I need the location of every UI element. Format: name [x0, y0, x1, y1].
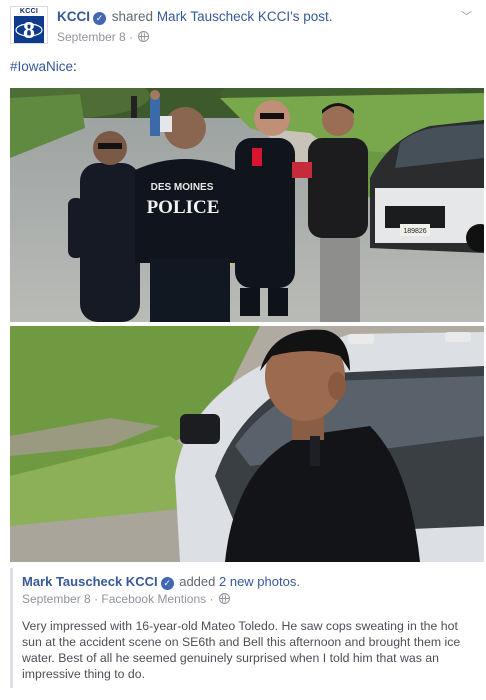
post-link[interactable]: 's post.	[290, 9, 332, 24]
page-avatar-text: KCCI	[19, 8, 39, 15]
source-link[interactable]: Facebook Mentions	[101, 592, 206, 606]
author-name-part2: KCCI	[257, 9, 291, 24]
original-post-meta: September 8 · Facebook Mentions ·	[22, 592, 230, 606]
meta-separator: ·	[129, 30, 134, 44]
post-header: KCCI 8 KCCI ✓ shared Mark Tauscheck KCCI'…	[10, 6, 476, 50]
globe-icon[interactable]	[218, 593, 230, 604]
license-plate-text: 189826	[403, 228, 426, 235]
author-name-part1: Mark Tauscheck	[156, 9, 255, 24]
meta-separator-2: ·	[209, 592, 214, 606]
shared-post-card: KCCI 8 KCCI ✓ shared Mark Tauscheck KCCI'…	[0, 0, 486, 700]
meta-separator: ·	[94, 592, 99, 606]
uniform-text-top: DES MOINES	[151, 182, 214, 193]
new-photos-link[interactable]: 2 new photos	[219, 574, 296, 589]
photo-1-image: 189826 DES MOINES POLICE	[10, 88, 484, 322]
uniform-text-bottom: POLICE	[147, 197, 220, 218]
chevron-down-icon[interactable]: ﹀	[461, 8, 472, 24]
verified-badge-icon: ✓	[93, 12, 106, 25]
page-name-link[interactable]: KCCI	[57, 9, 90, 24]
shared-text: shared	[111, 9, 154, 24]
original-post-header: Mark Tauscheck KCCI ✓ added 2 new photos.	[22, 574, 300, 590]
post-header-line: KCCI ✓ shared Mark Tauscheck KCCI's post.	[57, 9, 333, 25]
cbs-eye-logo-icon: 8	[14, 16, 44, 44]
hashtag-link[interactable]: #IowaNice	[10, 59, 73, 74]
globe-icon[interactable]	[138, 31, 150, 42]
original-post-body: Very impressed with 16-year-old Mateo To…	[22, 619, 461, 681]
original-author-name-link[interactable]: Mark Tauscheck KCCI	[22, 574, 158, 589]
original-post-date-link[interactable]: September 8	[22, 592, 91, 606]
post-meta: September 8 ·	[57, 30, 150, 44]
verified-badge-icon: ✓	[160, 577, 174, 590]
added-text: added	[179, 574, 216, 589]
post-text: #IowaNice:	[10, 59, 77, 74]
svg-text:8: 8	[23, 18, 35, 44]
hashtag-suffix: :	[73, 59, 77, 74]
original-author-link[interactable]: Mark Tauscheck KCCI	[157, 9, 290, 24]
photo-2-image	[10, 326, 484, 562]
post-date-link[interactable]: September 8	[57, 30, 126, 44]
page-avatar[interactable]: KCCI 8	[10, 6, 48, 44]
post-photo-2[interactable]	[10, 326, 484, 562]
photos-suffix: .	[296, 574, 300, 589]
original-post-preview: Mark Tauscheck KCCI ✓ added 2 new photos.…	[10, 568, 486, 688]
post-photo-1[interactable]: 189826 DES MOINES POLICE	[10, 88, 484, 322]
